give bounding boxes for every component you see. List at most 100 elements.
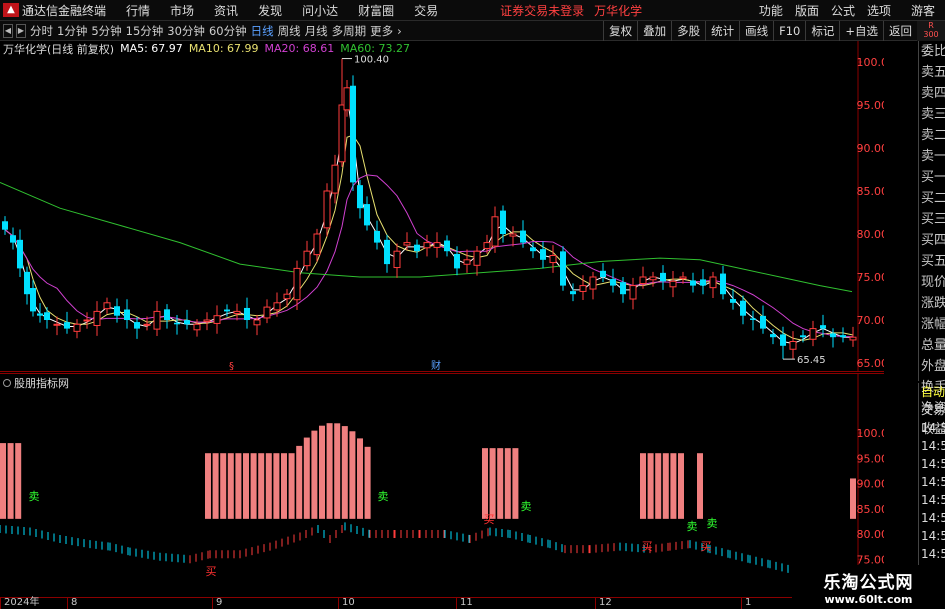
event-marker-s: §	[229, 361, 234, 372]
candle-body	[64, 322, 70, 329]
menu-options[interactable]: 选项	[867, 2, 891, 19]
period-weekly[interactable]: 周线	[278, 23, 301, 39]
candle-body	[273, 302, 281, 311]
candle-body	[463, 259, 471, 265]
menu-layout[interactable]: 版面	[795, 2, 819, 19]
candle-body	[331, 164, 339, 194]
period-more[interactable]: 更多	[370, 23, 393, 39]
indicator-title[interactable]: 股朋指标网	[3, 375, 69, 391]
ma60-value: MA60: 73.27	[340, 42, 410, 55]
quote-label: 卖四	[921, 86, 945, 101]
tool-f10[interactable]: F10	[773, 21, 805, 41]
tool-adjust[interactable]: 复权	[603, 21, 637, 41]
price-tick-label: 85.00	[857, 185, 885, 198]
quote-label: 涨幅	[921, 317, 945, 332]
candle-body	[600, 270, 606, 277]
candle-body	[560, 251, 566, 286]
tool-back[interactable]: 返回	[883, 21, 917, 41]
period-daily[interactable]: 日线	[251, 23, 274, 39]
candle-body	[184, 320, 190, 325]
period-15min[interactable]: 15分钟	[126, 23, 164, 39]
indicator-tick-label: 80.00	[857, 528, 885, 541]
period-60min[interactable]: 60分钟	[209, 23, 247, 39]
candle-body	[364, 204, 370, 226]
menu-news[interactable]: 资讯	[214, 2, 238, 19]
indicator-bar	[670, 453, 677, 519]
trade-auto[interactable]: 自动	[919, 383, 945, 401]
menu-trade[interactable]: 交易	[414, 2, 438, 19]
indicator-bar	[678, 453, 684, 519]
date-tick: 8	[67, 597, 77, 609]
quote-panel-header[interactable]: R 300	[917, 21, 945, 41]
candle-body	[263, 306, 271, 319]
period-1min[interactable]: 1分钟	[57, 23, 87, 39]
indicator-bar	[341, 426, 348, 519]
date-tick: 10	[338, 597, 355, 609]
toolbar-right: 复权 叠加 多股 统计 画线 F10 标记 +自选 返回	[603, 21, 917, 41]
candlestick-chart[interactable]: 100.0 95.00 90.00 85.00 80.00 75.00 70.00 65.00…	[0, 41, 884, 372]
indicator-bar	[205, 453, 211, 519]
indicator-bar	[662, 453, 669, 519]
menu-functions[interactable]: 功能	[759, 2, 783, 19]
candle-body	[491, 216, 499, 247]
period-30min[interactable]: 30分钟	[167, 23, 205, 39]
menu-formula[interactable]: 公式	[831, 2, 855, 19]
candle-body	[720, 273, 726, 295]
guest-label[interactable]: 游客	[911, 2, 935, 19]
tool-overlay[interactable]: 叠加	[637, 21, 671, 41]
candle-body	[770, 334, 776, 338]
period-intraday[interactable]: 分时	[30, 23, 53, 39]
tool-stats[interactable]: 统计	[705, 21, 739, 41]
quote-label: 卖一	[921, 149, 945, 164]
indicator-bar	[647, 453, 654, 519]
login-status[interactable]: 证券交易未登录	[500, 2, 584, 19]
tool-multi-stock[interactable]: 多股	[671, 21, 705, 41]
indicator-bar	[258, 453, 265, 519]
candle-body	[423, 242, 431, 249]
quote-label: 买四	[921, 233, 945, 248]
stock-info[interactable]: 万华化学(日线 前复权)	[3, 41, 114, 57]
indicator-name: 股朋指标网	[14, 377, 69, 390]
chevron-right-icon[interactable]: ›	[397, 24, 402, 38]
indicator-bar	[303, 437, 310, 519]
menu-wealth-circle[interactable]: 财富圈	[358, 2, 394, 19]
indicator-bars	[0, 423, 856, 519]
menu-quotes[interactable]: 行情	[126, 2, 150, 19]
candle-body	[679, 276, 687, 280]
period-5min[interactable]: 5分钟	[91, 23, 121, 39]
candle-body	[24, 271, 30, 295]
candle-body	[213, 315, 221, 324]
candle-body	[530, 247, 536, 252]
indicator-bar	[640, 453, 646, 519]
candle-body	[37, 313, 43, 316]
candle-body	[700, 279, 706, 286]
candle-body	[649, 276, 657, 281]
tool-add-watchlist[interactable]: +自选	[839, 21, 883, 41]
nav-right-icon[interactable]: ▶	[16, 23, 26, 38]
candle-body	[433, 242, 441, 248]
menu-market[interactable]: 市场	[170, 2, 194, 19]
candle-body	[17, 239, 23, 269]
menu-bar: ▲ 通达信金融终端 行情 市场 资讯 发现 问小达 财富圈 交易 证券交易未登录…	[0, 0, 945, 21]
period-monthly[interactable]: 月线	[305, 23, 328, 39]
trade-label[interactable]: 交易	[919, 401, 945, 419]
indicator-chart[interactable]: 100.095.0090.0085.0080.0075.00 卖卖卖卖卖买买买买	[0, 373, 884, 597]
period-multi[interactable]: 多周期	[332, 23, 367, 39]
price-tick-label: 80.00	[857, 228, 885, 241]
indicator-tick-label: 95.00	[857, 452, 885, 465]
indicator-bar	[349, 431, 356, 519]
tool-mark[interactable]: 标记	[805, 21, 839, 41]
tool-draw[interactable]: 画线	[739, 21, 773, 41]
candle-body	[143, 323, 151, 326]
candle-body	[740, 300, 746, 316]
indicator-bar	[364, 446, 371, 519]
menu-discover[interactable]: 发现	[258, 2, 282, 19]
nav-left-icon[interactable]: ◀	[3, 23, 13, 38]
date-tick: 11	[456, 597, 473, 609]
indicator-settings-icon[interactable]	[3, 379, 11, 387]
menu-ask-xiaoda[interactable]: 问小达	[302, 2, 338, 19]
indicator-bar	[482, 448, 488, 519]
indicator-bar	[273, 453, 280, 519]
ma5-value: MA5: 67.97	[120, 42, 183, 55]
indicator-tick-label: 85.00	[857, 503, 885, 516]
